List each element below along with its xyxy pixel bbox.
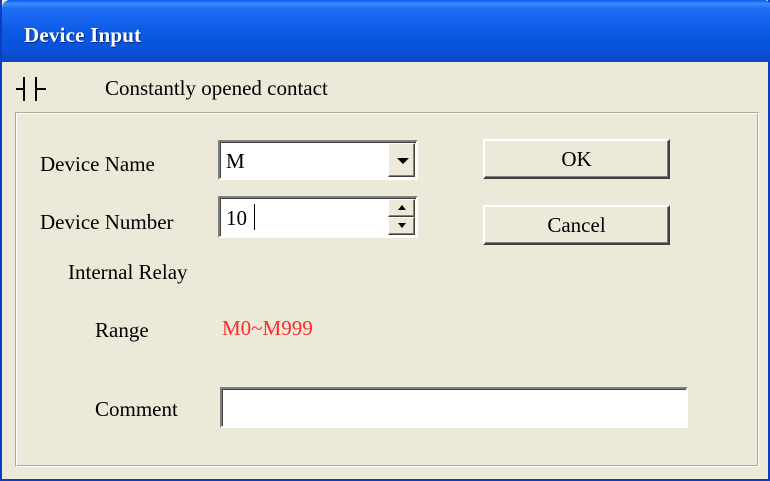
arrow-down-icon [398, 223, 406, 228]
device-input-dialog: Device Input Constantly opened contact D… [0, 0, 770, 481]
dropdown-button[interactable] [388, 143, 415, 177]
device-name-label: Device Name [40, 152, 155, 176]
spin-down-button[interactable] [388, 217, 415, 235]
window-title: Device Input [24, 23, 142, 47]
chevron-down-icon [397, 158, 409, 164]
text-cursor [254, 204, 255, 230]
device-name-value: M [226, 149, 245, 173]
title-bar[interactable]: Device Input [2, 0, 770, 62]
device-number-value: 10 [226, 206, 247, 230]
normally-open-contact-icon [16, 77, 46, 101]
spin-up-button[interactable] [388, 199, 415, 217]
range-value: M0~M999 [222, 316, 313, 340]
device-type-label: Internal Relay [68, 260, 188, 284]
cancel-button[interactable]: Cancel [483, 205, 670, 245]
arrow-up-icon [398, 205, 406, 210]
device-number-spinbox[interactable]: 10 [218, 196, 418, 238]
range-label: Range [95, 318, 149, 342]
ok-button[interactable]: OK [483, 139, 670, 179]
contact-type-label: Constantly opened contact [105, 76, 328, 100]
device-name-combobox[interactable]: M [218, 140, 418, 180]
comment-label: Comment [95, 397, 178, 421]
device-number-label: Device Number [40, 210, 174, 234]
comment-input[interactable] [220, 387, 688, 428]
contact-row: Constantly opened contact [2, 64, 770, 114]
